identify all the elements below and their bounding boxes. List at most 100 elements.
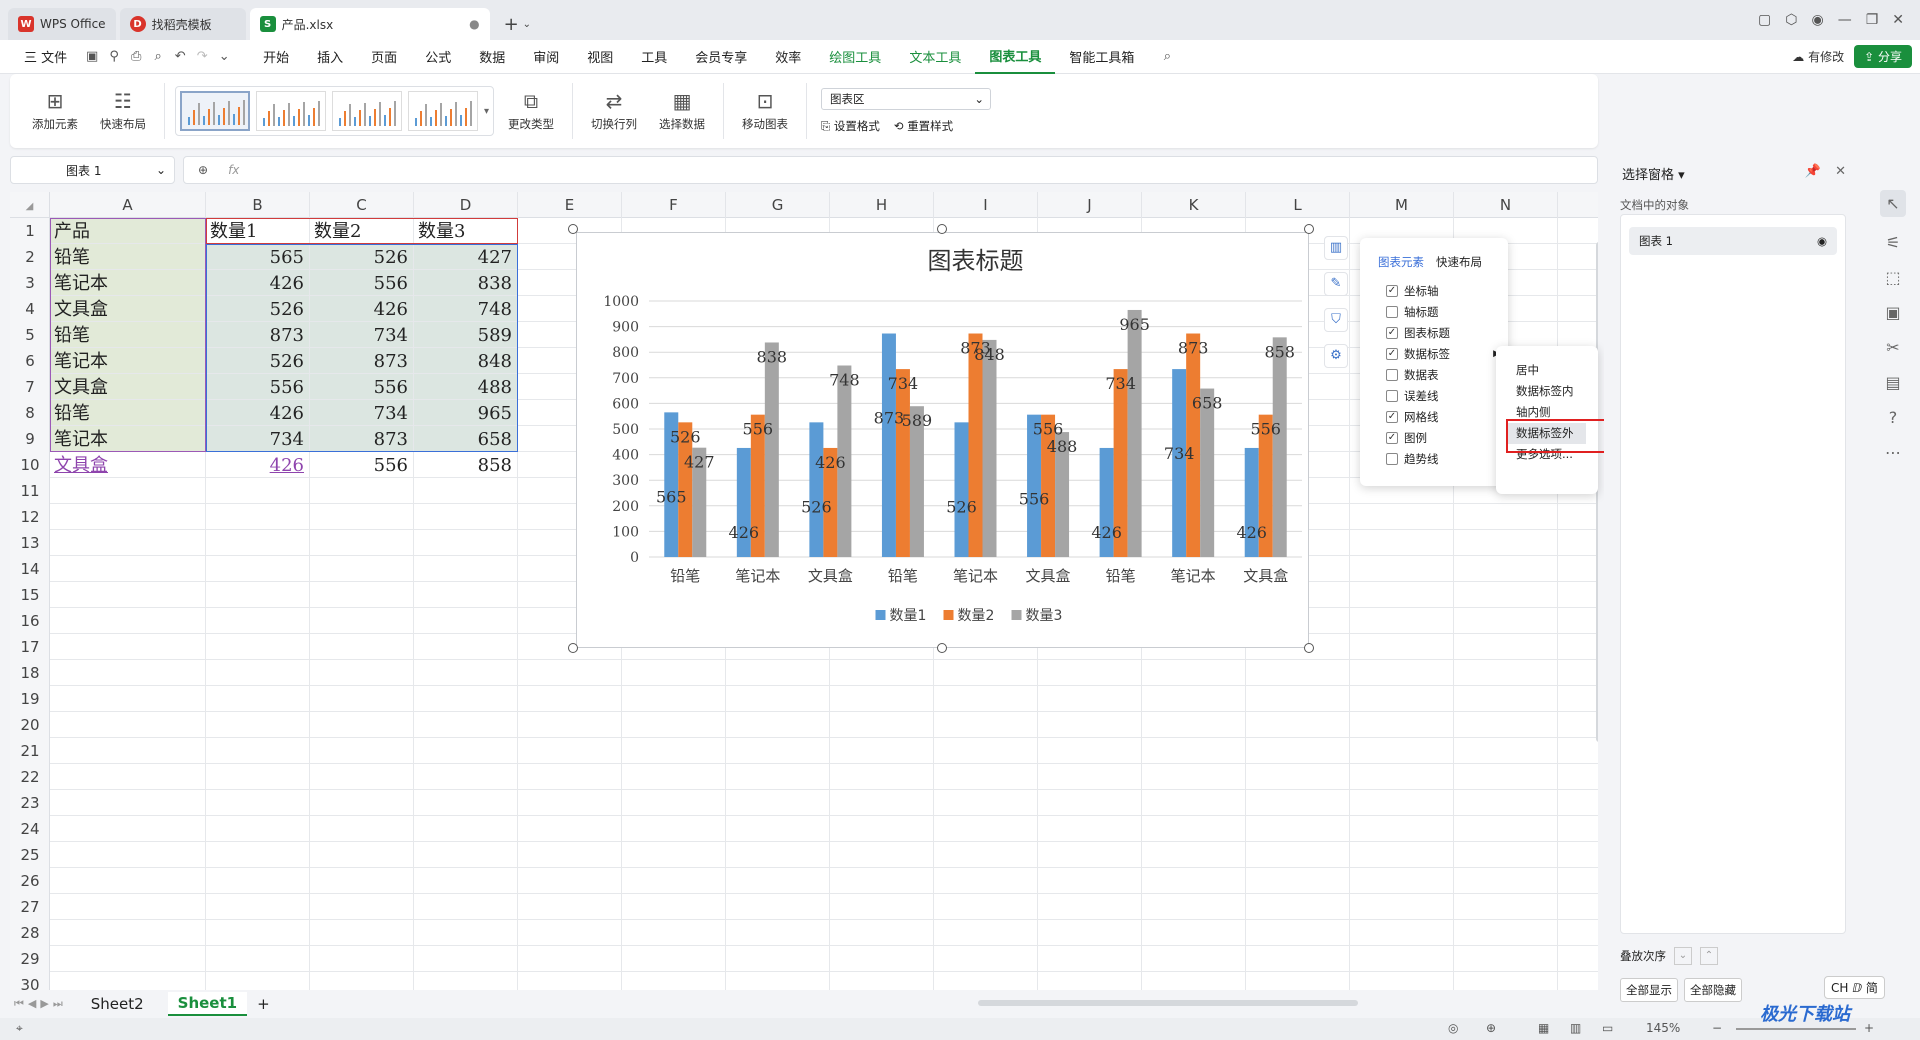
menu-7[interactable]: 工具: [627, 40, 681, 74]
data-label[interactable]: 873: [874, 409, 905, 428]
row-header-29[interactable]: 29: [10, 946, 50, 972]
data-label[interactable]: 556: [743, 420, 774, 439]
restore-icon[interactable]: ❐: [1866, 12, 1879, 28]
eye-icon[interactable]: ◉: [1817, 234, 1827, 248]
row-header-9[interactable]: 9: [10, 426, 50, 452]
zoom-level[interactable]: 145%: [1646, 1021, 1680, 1035]
quick-layout-button[interactable]: ☷ 快速布局: [92, 79, 154, 143]
avatar[interactable]: ◉: [1811, 12, 1823, 28]
chart-element-item[interactable]: ✓ 坐标轴: [1360, 280, 1508, 301]
more-icon[interactable]: ⋯: [1885, 443, 1901, 462]
data-label[interactable]: 427: [684, 453, 715, 472]
row-header-16[interactable]: 16: [10, 608, 50, 634]
zoom-in-icon[interactable]: +: [1864, 1021, 1874, 1035]
data-label[interactable]: 556: [1250, 420, 1281, 439]
legend-label[interactable]: 数量1: [890, 608, 927, 624]
column-header-E[interactable]: E: [518, 192, 622, 218]
row-header-3[interactable]: 3: [10, 270, 50, 296]
menu-8[interactable]: 会员专享: [681, 40, 761, 74]
resize-handle-br[interactable]: [1304, 643, 1314, 653]
chart-style-2[interactable]: [256, 91, 326, 131]
chart-element-item[interactable]: ✓ 图表标题: [1360, 322, 1508, 343]
resize-handle-tl[interactable]: [568, 224, 578, 234]
layout-icon[interactable]: ▢: [1758, 12, 1771, 28]
data-label[interactable]: 565: [656, 487, 687, 506]
locate-icon[interactable]: ⊕: [1486, 1021, 1496, 1035]
tab-wps-office[interactable]: W WPS Office: [8, 8, 116, 40]
menu-4[interactable]: 数据: [465, 40, 519, 74]
label-option-0[interactable]: 居中: [1496, 360, 1598, 381]
menu-6[interactable]: 视图: [573, 40, 627, 74]
sheet-nav-icons[interactable]: ⏮◀▶⏭: [14, 997, 67, 1011]
row-header-17[interactable]: 17: [10, 634, 50, 660]
object-item-chart[interactable]: 图表 1 ◉: [1629, 227, 1837, 255]
set-format-button[interactable]: ⎘ 设置格式: [821, 118, 880, 134]
data-label[interactable]: 426: [729, 523, 760, 542]
move-chart-button[interactable]: ⊡ 移动图表: [734, 79, 796, 143]
checkbox-checked-icon[interactable]: ✓: [1386, 431, 1398, 444]
column-header-H[interactable]: H: [830, 192, 934, 218]
data-label[interactable]: 556: [1033, 420, 1064, 439]
export-icon[interactable]: ⚲: [103, 49, 125, 64]
column-header-C[interactable]: C: [310, 192, 414, 218]
bar[interactable]: [1127, 309, 1142, 557]
resize-handle-bl[interactable]: [568, 643, 578, 653]
checkbox-checked-icon[interactable]: ✓: [1386, 410, 1398, 423]
column-header-N[interactable]: N: [1454, 192, 1558, 218]
tools-icon[interactable]: ✂: [1886, 338, 1899, 357]
chart-style-button[interactable]: ✎: [1324, 272, 1348, 296]
row-header-1[interactable]: 1: [10, 218, 50, 244]
menu-10[interactable]: 绘图工具: [815, 40, 895, 74]
book-icon[interactable]: ▤: [1885, 373, 1900, 392]
tab-templates[interactable]: D 找稻壳模板: [119, 8, 246, 40]
bar[interactable]: [764, 342, 779, 557]
chart-element-item[interactable]: 误差线: [1360, 385, 1508, 406]
bar[interactable]: [968, 333, 983, 557]
checkbox-checked-icon[interactable]: ✓: [1386, 326, 1398, 339]
row-header-14[interactable]: 14: [10, 556, 50, 582]
chart-element-item[interactable]: ✓数据标签▶: [1360, 343, 1508, 364]
chart-area-dropdown[interactable]: 图表区 ⌄: [821, 88, 992, 110]
data-label[interactable]: 873: [1178, 339, 1209, 358]
zoom-out-icon[interactable]: −: [1712, 1021, 1722, 1035]
horizontal-scrollbar[interactable]: [958, 1000, 1558, 1008]
tab-product-xlsx[interactable]: S 产品.xlsx ●: [249, 8, 490, 40]
image-edit-icon[interactable]: ▣: [1885, 303, 1900, 322]
select-arrow-icon[interactable]: ↖: [1880, 190, 1906, 217]
row-header-5[interactable]: 5: [10, 322, 50, 348]
cube-icon[interactable]: ⬡: [1785, 12, 1797, 28]
chart-style-4[interactable]: [408, 91, 478, 131]
chart-title[interactable]: 图表标题: [928, 247, 1024, 275]
eye-protect-icon[interactable]: ◎: [1448, 1021, 1458, 1035]
add-sheet-icon[interactable]: +: [257, 995, 270, 1013]
row-header-23[interactable]: 23: [10, 790, 50, 816]
resize-handle-b[interactable]: [937, 643, 947, 653]
pin-icon[interactable]: 📌: [1805, 164, 1821, 183]
column-header-L[interactable]: L: [1246, 192, 1350, 218]
checkbox-icon[interactable]: [1386, 389, 1398, 402]
row-header-19[interactable]: 19: [10, 686, 50, 712]
change-type-button[interactable]: ⧉ 更改类型: [500, 79, 562, 143]
column-header-A[interactable]: A: [50, 192, 206, 218]
shape-icon[interactable]: ⬚: [1885, 268, 1900, 287]
row-header-22[interactable]: 22: [10, 764, 50, 790]
data-label[interactable]: 426: [1236, 523, 1267, 542]
chart-style-1[interactable]: [180, 91, 250, 131]
ime-indicator[interactable]: CH ⅅ 简: [1824, 976, 1885, 999]
row-header-30[interactable]: 30: [10, 972, 50, 990]
menu-11[interactable]: 文本工具: [895, 40, 975, 74]
menu-0[interactable]: 开始: [249, 40, 303, 74]
row-header-18[interactable]: 18: [10, 660, 50, 686]
preview-icon[interactable]: ⌕: [147, 49, 169, 64]
row-header-11[interactable]: 11: [10, 478, 50, 504]
legend-label[interactable]: 数量3: [1026, 608, 1063, 624]
file-menu[interactable]: 三 文件: [10, 40, 81, 74]
bar[interactable]: [1200, 388, 1215, 557]
menu-3[interactable]: 公式: [411, 40, 465, 74]
row-header-28[interactable]: 28: [10, 920, 50, 946]
print-icon[interactable]: ⎙: [125, 49, 147, 64]
undo-icon[interactable]: ↶: [169, 49, 191, 64]
row-header-4[interactable]: 4: [10, 296, 50, 322]
menu-9[interactable]: 效率: [761, 40, 815, 74]
switch-rowcol-button[interactable]: ⇄ 切换行列: [583, 79, 645, 143]
